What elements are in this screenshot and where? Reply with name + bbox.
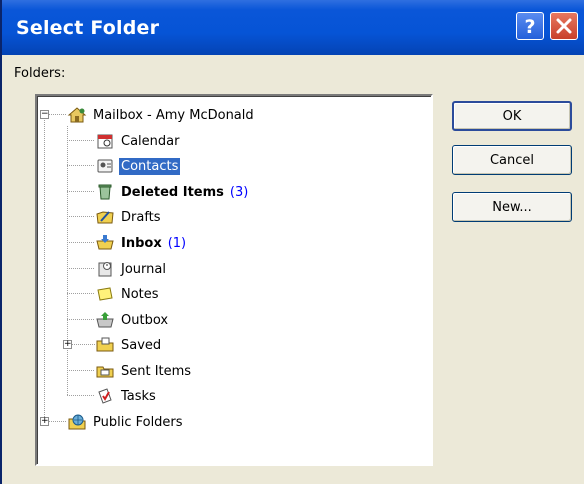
tree-item-tasks[interactable]: Tasks bbox=[95, 385, 158, 407]
svg-text:?: ? bbox=[524, 16, 535, 38]
tree-item-saved[interactable]: Saved bbox=[95, 334, 163, 356]
journal-icon bbox=[98, 262, 112, 277]
inbox-icon bbox=[96, 235, 114, 250]
tree-item-label: Inbox bbox=[121, 235, 162, 251]
ok-button[interactable]: OK bbox=[452, 101, 572, 131]
tree-item-drafts[interactable]: Drafts bbox=[95, 206, 163, 228]
tree-item-label: Journal bbox=[121, 261, 166, 277]
unread-count: (1) bbox=[167, 235, 187, 251]
tasks-icon bbox=[98, 388, 112, 404]
tree-item-label: Tasks bbox=[121, 388, 156, 404]
public-folders-expand-toggle[interactable]: + bbox=[40, 417, 49, 426]
tree-item-outbox[interactable]: Outbox bbox=[95, 309, 170, 331]
folders-label: Folders: bbox=[14, 66, 66, 81]
tree-item-sent-items[interactable]: Sent Items bbox=[95, 360, 193, 382]
tree-item-calendar[interactable]: Calendar bbox=[95, 130, 181, 152]
contacts-icon bbox=[97, 159, 113, 173]
tree-root-mailbox[interactable]: Mailbox - Amy McDonald bbox=[67, 104, 256, 126]
tree-item-label: Drafts bbox=[121, 209, 161, 225]
new-folder-button[interactable]: New... bbox=[452, 192, 572, 222]
select-folder-dialog: Select Folder ? Folders: − + + Mailbox -… bbox=[0, 0, 584, 484]
tree-item-contacts[interactable]: Contacts bbox=[95, 155, 181, 177]
sent-items-icon bbox=[96, 366, 114, 378]
drafts-icon bbox=[96, 211, 114, 224]
tree-item-public-folders[interactable]: Public Folders bbox=[67, 411, 185, 433]
title-bar[interactable]: Select Folder ? bbox=[2, 0, 584, 55]
tree-item-deleted-items[interactable]: Deleted Items (3) bbox=[95, 181, 248, 203]
help-icon: ? bbox=[524, 16, 535, 38]
deleted-items-icon bbox=[98, 184, 112, 200]
tree-item-label: Calendar bbox=[121, 133, 180, 149]
folder-tree[interactable]: − + + Mailbox - Amy McDonald Calendar Co… bbox=[35, 94, 433, 466]
tree-item-label: Notes bbox=[121, 286, 159, 302]
tree-root-label: Mailbox - Amy McDonald bbox=[93, 107, 254, 123]
mailbox-icon bbox=[67, 107, 87, 123]
window-title: Select Folder bbox=[16, 17, 160, 39]
root-collapse-toggle[interactable]: − bbox=[40, 110, 49, 119]
help-button[interactable]: ? bbox=[516, 12, 544, 40]
close-button[interactable] bbox=[550, 12, 578, 40]
notes-icon bbox=[97, 287, 113, 301]
outbox-icon bbox=[96, 312, 114, 328]
saved-expand-toggle[interactable]: + bbox=[63, 340, 72, 349]
tree-item-inbox[interactable]: Inbox (1) bbox=[95, 232, 186, 254]
tree-item-label: Public Folders bbox=[93, 414, 183, 430]
tree-item-journal[interactable]: Journal bbox=[95, 258, 168, 280]
unread-count: (3) bbox=[229, 184, 249, 200]
tree-item-label: Outbox bbox=[121, 312, 169, 328]
tree-item-notes[interactable]: Notes bbox=[95, 283, 161, 305]
tree-item-label: Deleted Items bbox=[121, 184, 224, 200]
calendar-icon bbox=[97, 134, 113, 149]
close-icon bbox=[556, 18, 572, 34]
saved-folder-icon bbox=[96, 337, 114, 352]
tree-item-label: Saved bbox=[121, 337, 162, 353]
cancel-button[interactable]: Cancel bbox=[452, 145, 572, 175]
tree-item-label: Sent Items bbox=[121, 363, 192, 379]
public-folders-icon bbox=[68, 414, 86, 430]
tree-item-label: Contacts bbox=[119, 157, 181, 175]
